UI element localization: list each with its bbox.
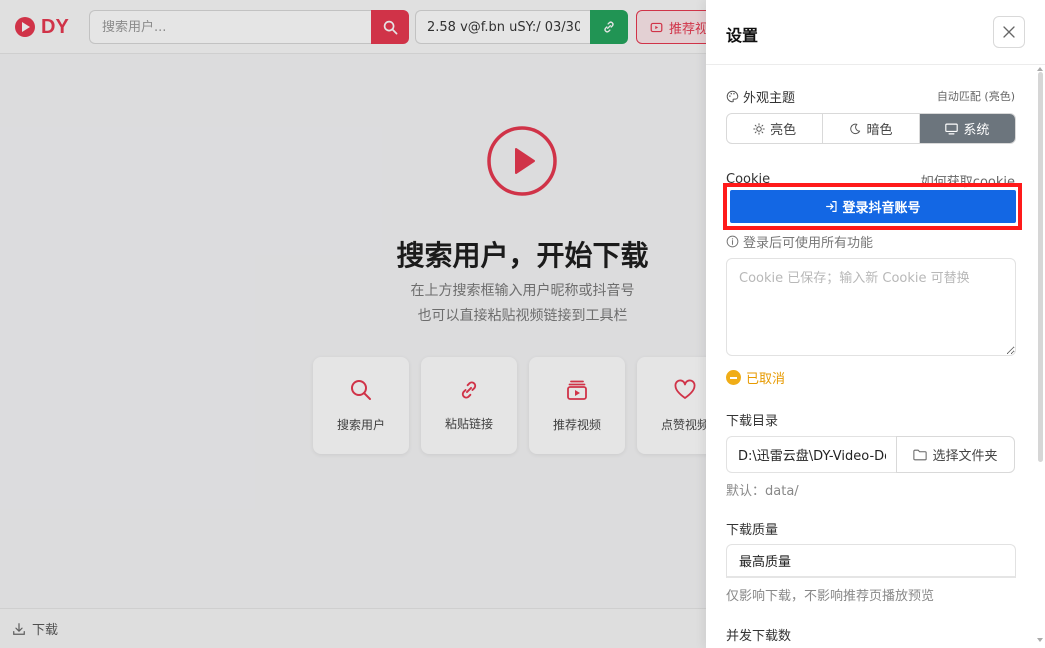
settings-header: 设置: [706, 0, 1045, 65]
quality-label: 下载质量: [726, 523, 779, 538]
choose-folder-label: 选择文件夹: [932, 449, 998, 464]
appearance-label: 外观主题: [743, 91, 796, 106]
scroll-down-arrow[interactable]: [1037, 638, 1043, 642]
info-icon: [726, 235, 739, 248]
theme-option-system[interactable]: 系统: [919, 114, 1015, 143]
quality-select[interactable]: 最高质量: [726, 544, 1016, 578]
settings-scrollbar[interactable]: [1038, 72, 1043, 462]
download-dir-field[interactable]: [726, 436, 897, 473]
close-settings-button[interactable]: [993, 16, 1025, 48]
monitor-icon: [945, 123, 959, 134]
theme-option-label: 暗色: [866, 123, 893, 138]
close-icon: [1003, 26, 1015, 38]
login-hint: 登录后可使用所有功能: [726, 232, 873, 251]
download-dir-label: 下载目录: [726, 414, 779, 429]
cookie-status-text: 已取消: [746, 372, 786, 387]
quality-selected-value: 最高质量: [739, 555, 792, 570]
appearance-section-label: 外观主题: [726, 87, 795, 106]
concurrency-label: 并发下载数: [726, 629, 792, 644]
download-dir-default-hint: 默认：data/: [726, 484, 799, 499]
theme-option-dark[interactable]: 暗色: [823, 114, 920, 143]
choose-folder-button[interactable]: 选择文件夹: [896, 436, 1015, 473]
sun-icon: [753, 122, 765, 135]
cookie-status: 已取消: [726, 368, 785, 387]
folder-icon: [913, 449, 928, 460]
settings-drawer: 设置 外观主题 自动匹配 (亮色) 亮色 暗色 系统 Cookie 如何获取co…: [706, 0, 1045, 648]
theme-option-light[interactable]: 亮色: [727, 114, 824, 143]
moon-icon: [850, 123, 861, 134]
theme-segmented-control: 亮色 暗色 系统: [726, 113, 1016, 144]
palette-icon: [726, 90, 739, 103]
appearance-auto-hint: 自动匹配 (亮色): [936, 90, 1015, 103]
quality-hint: 仅影响下载，不影响推荐页播放预览: [726, 589, 935, 604]
cookie-textarea[interactable]: [726, 258, 1016, 356]
download-dir-input[interactable]: [738, 447, 886, 462]
login-hint-text: 登录后可使用所有功能: [743, 236, 874, 251]
theme-option-label: 系统: [963, 123, 990, 138]
login-douyin-button[interactable]: 登录抖音账号: [730, 190, 1016, 223]
login-douyin-label: 登录抖音账号: [842, 201, 921, 216]
settings-title: 设置: [726, 26, 759, 45]
scroll-up-arrow[interactable]: [1037, 67, 1043, 71]
status-minus-icon: [726, 370, 741, 385]
theme-option-label: 亮色: [770, 123, 797, 138]
login-icon: [826, 201, 838, 212]
